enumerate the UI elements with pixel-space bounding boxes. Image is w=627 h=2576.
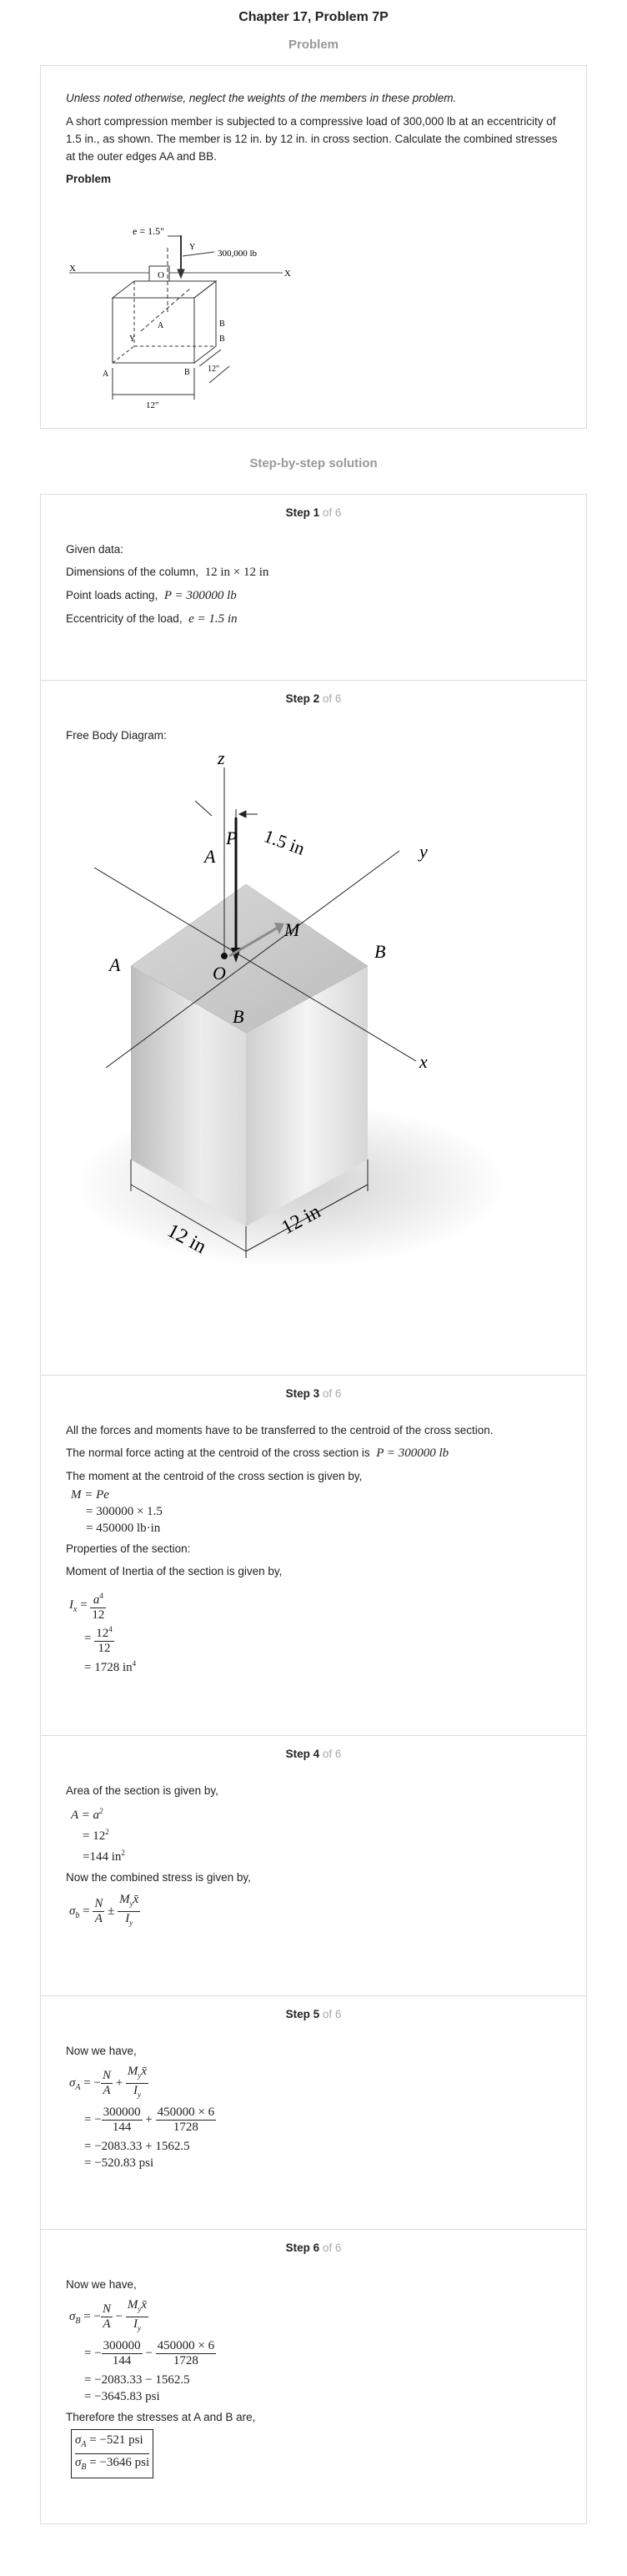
fig-label-x1: X [69, 264, 76, 274]
step-4-header: Step 4 of 6 [285, 1748, 342, 1760]
problem-label: Problem [66, 173, 112, 185]
area-eq-3: =144 in2 [83, 1849, 125, 1864]
step-6: Step 6 of 6 Now we have, σB = − N A − Myx̄… [41, 2229, 586, 2523]
fig-label-a1: A [158, 321, 164, 330]
stress-a-eq-3: = −2083.33 + 1562.5 [84, 2140, 190, 2153]
step-3-line-3: The moment at the centroid of the cross … [66, 1470, 363, 1482]
load-label: 300,000 lb [218, 249, 258, 259]
page-title: Chapter 17, Problem 7P [238, 10, 389, 24]
moment-eq-1: M = Pe [71, 1488, 109, 1502]
step-3-line-1: All the forces and moments have to be tr… [66, 1424, 494, 1436]
stress-a-eq-4: = −520.83 psi [84, 2156, 154, 2170]
step-1-line-3: Point loads acting, [66, 589, 158, 601]
step-6-intro: Now we have, [66, 2278, 137, 2291]
step-2: Step 2 of 6 Free Body Diagram: z y x P M… [41, 680, 586, 1375]
step-3-line-2: The normal force acting at the centroid … [66, 1446, 370, 1459]
fig-label-y1: Y [189, 243, 195, 252]
moment-eq-2: = 300000 × 1.5 [86, 1505, 163, 1518]
area-eq-2: = 122 [83, 1828, 109, 1843]
label-p: P [225, 828, 237, 848]
dim-depth: 12" [208, 365, 219, 374]
label-y: y [418, 841, 428, 862]
step-4-area-intro: Area of the section is given by, [66, 1784, 218, 1797]
step-1-line-1: Given data: [66, 543, 124, 556]
answer-b: σB = −3646 psi [75, 2456, 150, 2472]
step-6-header: Step 6 of 6 [285, 2241, 342, 2254]
area-eq-1: A = a2 [71, 1807, 103, 1822]
dim-width: 12" [146, 400, 159, 410]
step-3-props: Properties of the section: [66, 1542, 191, 1555]
step-5-header: Step 5 of 6 [285, 2008, 342, 2020]
step-1-math-2: 12 in × 12 in [204, 566, 269, 579]
step-5: Step 5 of 6 Now we have, σA = − N A + Myx̄… [41, 1995, 586, 2229]
label-b-right: B [374, 941, 385, 962]
final-answer-box: σA = −521 psi σB = −3646 psi [71, 2429, 154, 2478]
stress-b-eq-4: = −3645.83 psi [84, 2390, 160, 2403]
fig-label-b1: B [219, 319, 225, 329]
centroid-point [221, 953, 228, 959]
label-a-left: A [108, 954, 121, 975]
problem-note: Unless noted otherwise, neglect the weig… [66, 92, 457, 104]
step-1-line-4: Eccentricity of the load, [66, 612, 183, 625]
step-1-math-4: e = 1.5 in [188, 612, 238, 626]
label-b-front: B [233, 1006, 243, 1027]
label-eccentricity: 1.5 in [261, 825, 308, 859]
moment-eq-3: = 450000 lb·in [86, 1522, 161, 1535]
fig-label-b2: B [184, 368, 190, 377]
step-5-intro: Now we have, [66, 2045, 137, 2057]
step-3-header: Step 3 of 6 [285, 1387, 342, 1400]
step-3: Step 3 of 6 All the forces and moments h… [41, 1375, 586, 1735]
free-body-diagram: z y x P M O A A B B 1.5 in 12 in 12 in [74, 751, 508, 1268]
answer-a: σA = −521 psi [75, 2432, 150, 2454]
step-4-stress-intro: Now the combined stress is given by, [66, 1871, 251, 1884]
step-1-math-3: P = 300000 lb [163, 589, 237, 602]
stress-b-eq-3: = −2083.33 − 1562.5 [84, 2373, 190, 2387]
problem-heading: Problem [288, 38, 339, 52]
step-1-line-2: Dimensions of the column, [66, 566, 199, 578]
fig-label-a2: A [103, 370, 109, 379]
label-o: O [213, 963, 226, 984]
fig-label-b3: B [219, 335, 225, 344]
step-4: Step 4 of 6 Area of the section is given… [41, 1735, 586, 1995]
step-2-header: Step 2 of 6 [285, 692, 342, 705]
label-z: z [217, 751, 225, 768]
step-1: Step 1 of 6 Given data: Dimensions of th… [41, 495, 586, 680]
stress-b-eq-2: = −300000 144 − 450000 × 6 1728 [84, 2339, 217, 2368]
inertia-eq-3: = 1728 in4 [84, 1659, 137, 1674]
stress-a-eq-1: σA = − N A + Myx̄ Iy [69, 2065, 149, 2100]
label-a-top: A [203, 846, 216, 867]
solution-card: Step 1 of 6 Given data: Dimensions of th… [40, 494, 587, 2524]
label-x: x [419, 1051, 428, 1072]
problem-text: A short compression member is subjected … [66, 115, 558, 163]
fig-label-y2: Y [129, 335, 135, 344]
fig-label-x2: X [284, 269, 291, 279]
problem-card: Unless noted otherwise, neglect the weig… [40, 65, 587, 429]
step-3-inertia-intro: Moment of Inertia of the section is give… [66, 1565, 283, 1577]
stress-formula: σb = NA ± Myx̄ Iy [69, 1893, 141, 1928]
step-3-math-2: P = 300000 lb [376, 1446, 449, 1460]
solution-heading: Step-by-step solution [249, 456, 378, 470]
step-2-line-1: Free Body Diagram: [66, 729, 167, 742]
stress-b-eq-1: σB = − N A − Myx̄ Iy [69, 2298, 149, 2333]
fig-label-o: O [158, 270, 164, 280]
e-label: e = 1.5" [133, 225, 164, 237]
problem-figure: e = 1.5" 300,000 lb Y X X O A B Y A B B … [69, 225, 291, 410]
label-m: M [283, 919, 301, 940]
inertia-eq-2: = 124 12 [69, 1622, 561, 1655]
step-6-conclusion: Therefore the stresses at A and B are, [66, 2411, 256, 2423]
step-1-header: Step 1 of 6 [285, 506, 342, 519]
inertia-eq-1: Ix = a4 12 [69, 1588, 561, 1622]
stress-a-eq-2: = −300000 144 + 450000 × 6 1728 [84, 2106, 217, 2135]
